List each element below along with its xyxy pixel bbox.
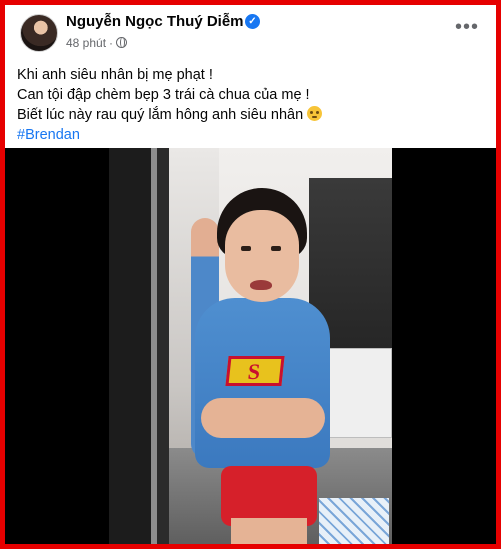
post-header: Nguyễn Ngọc Thuý Diễm ✓ 48 phút · ••• xyxy=(5,5,496,57)
author-avatar[interactable] xyxy=(20,14,58,52)
post-text-line: Khi anh siêu nhân bị mẹ phạt ! xyxy=(17,67,213,83)
globe-icon[interactable] xyxy=(116,37,128,48)
meta-separator: · xyxy=(109,36,114,50)
child-crossed-arms xyxy=(201,398,325,438)
facebook-post-card: Nguyễn Ngọc Thuý Diễm ✓ 48 phút · ••• Khi… xyxy=(5,5,496,544)
hashtag-link[interactable]: #Brendan xyxy=(17,127,80,143)
child-red-shorts xyxy=(221,466,317,526)
scene-door-frame xyxy=(109,148,169,544)
post-text-line-content: Biết lúc này rau quý lắm hông anh siêu n… xyxy=(17,107,304,123)
child-eye-right xyxy=(271,246,281,251)
post-text-line: Can tội đập chèm bẹp 3 trái cà chua của … xyxy=(17,87,310,103)
scene-play-mat xyxy=(319,498,389,544)
verified-badge-icon: ✓ xyxy=(245,14,260,29)
post-timestamp[interactable]: 48 phút xyxy=(66,36,106,50)
child-legs xyxy=(231,518,307,544)
post-video[interactable] xyxy=(5,148,496,544)
video-frame[interactable] xyxy=(109,148,392,544)
hashtag-line: #Brendan xyxy=(17,125,487,145)
superman-logo xyxy=(225,356,285,386)
child-eye-left xyxy=(241,246,251,251)
post-text: Khi anh siêu nhân bị mẹ phạt ! Can tội đ… xyxy=(17,65,487,145)
post-text-line: Biết lúc này rau quý lắm hông anh siêu n… xyxy=(17,105,487,125)
author-name[interactable]: Nguyễn Ngọc Thuý Diễm xyxy=(66,13,244,30)
worried-face-emoji-icon xyxy=(307,106,323,121)
child-mouth xyxy=(250,280,272,290)
more-options-button[interactable]: ••• xyxy=(453,17,481,40)
post-meta: 48 phút · xyxy=(66,36,128,50)
